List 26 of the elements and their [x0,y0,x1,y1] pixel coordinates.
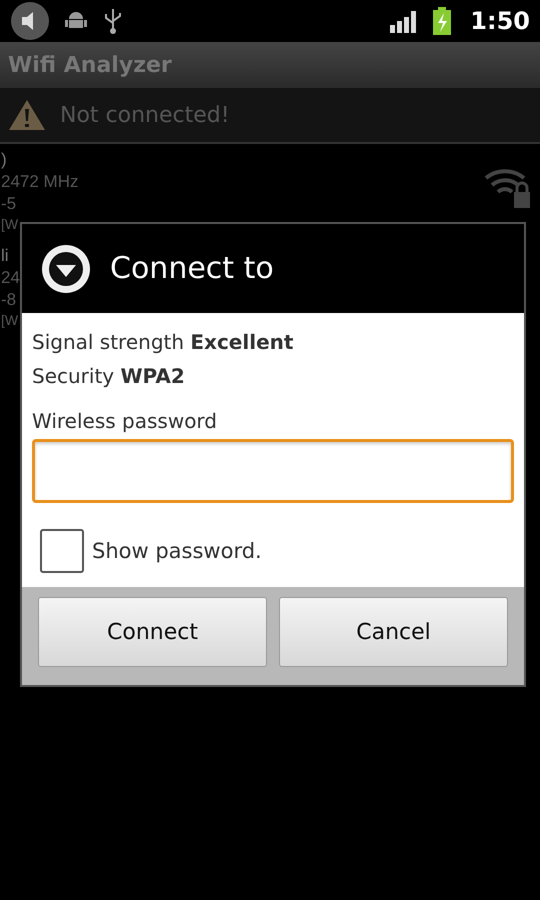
clock-time: 1:50 [470,7,530,35]
checkbox-label: Show password. [92,539,262,563]
battery-icon [432,7,452,35]
network-detail: 2472 MHz [1,172,78,192]
cancel-button[interactable]: Cancel [279,597,508,667]
usb-icon [102,7,124,35]
network-detail: -5 [1,194,16,214]
network-detail: 24 [1,268,20,288]
app-title: Wifi Analyzer [8,52,172,78]
warning-icon [8,99,46,131]
network-detail: -8 [1,290,16,310]
password-label: Wireless password [32,409,217,433]
clock-icon [10,1,50,41]
connect-button[interactable]: Connect [38,597,267,667]
network-detail: [W [1,216,18,232]
detail-text: Signal strength Excellent [32,329,294,356]
network-detail: [W [1,312,18,328]
network-name: ) [1,150,7,170]
dropdown-icon [40,242,92,294]
show-password-checkbox[interactable] [40,529,84,573]
detail-text: Security WPA2 [32,363,186,390]
password-field[interactable] [32,439,514,503]
notice-text: Not connected! [60,102,230,128]
network-name: li [1,246,9,266]
signal-icon [390,9,418,33]
dialog-title: Connect to [110,251,274,286]
